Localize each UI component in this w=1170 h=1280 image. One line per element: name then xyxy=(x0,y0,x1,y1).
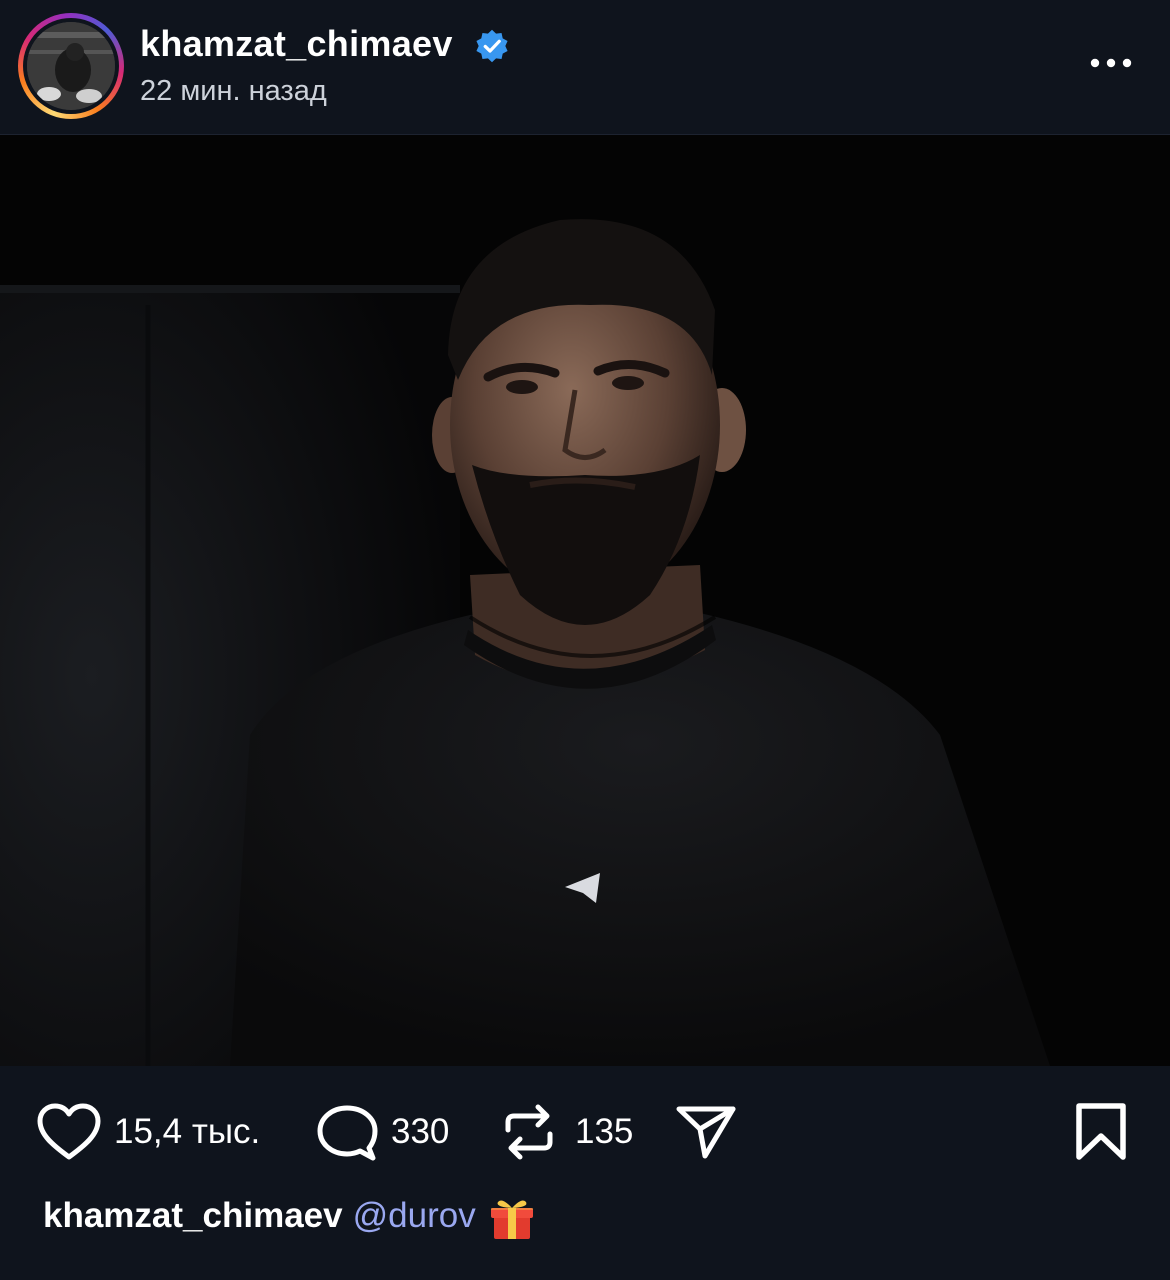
post-image[interactable] xyxy=(0,135,1170,1066)
heart-icon[interactable] xyxy=(36,1102,102,1162)
more-icon[interactable] xyxy=(1086,45,1136,81)
likes-count[interactable]: 15,4 тыс. xyxy=(114,1110,260,1154)
reposts-count[interactable]: 135 xyxy=(575,1110,633,1154)
verified-badge-icon xyxy=(476,29,508,63)
header-username[interactable]: khamzat_chimaev xyxy=(140,22,453,66)
caption-mention[interactable]: @durov xyxy=(353,1196,476,1235)
avatar-image xyxy=(27,22,115,110)
comment-icon[interactable] xyxy=(316,1104,378,1164)
gift-icon xyxy=(490,1200,533,1239)
comments-count[interactable]: 330 xyxy=(391,1110,449,1154)
story-ring[interactable] xyxy=(18,13,124,119)
share-icon[interactable] xyxy=(674,1103,738,1161)
avatar[interactable] xyxy=(27,22,115,110)
post-header: khamzat_chimaev 22 мин. назад xyxy=(0,0,1170,135)
repost-icon[interactable] xyxy=(500,1100,558,1164)
caption: khamzat_chimaev @durov xyxy=(43,1193,536,1241)
post-time: 22 мин. назад xyxy=(140,75,327,107)
post-photo xyxy=(0,135,1170,1066)
bookmark-icon[interactable] xyxy=(1074,1102,1128,1162)
caption-username[interactable]: khamzat_chimaev xyxy=(43,1196,343,1235)
action-bar: 15,4 тыс. 330 135 xyxy=(0,1066,1170,1280)
